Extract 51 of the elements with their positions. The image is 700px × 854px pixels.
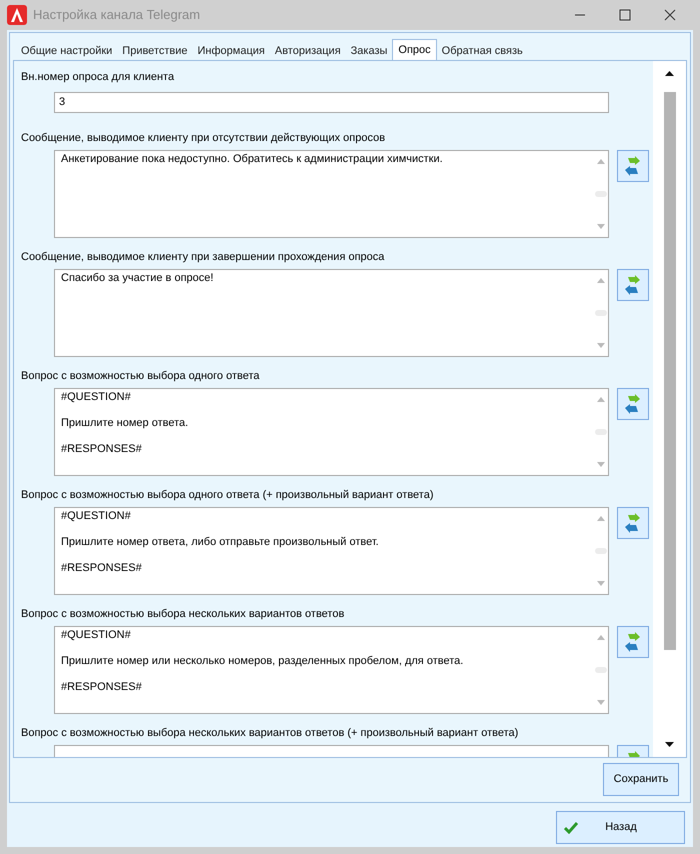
scroll-thumb[interactable] xyxy=(664,92,676,650)
scroll-thumb[interactable] xyxy=(595,429,607,435)
field-label: Сообщение, выводимое клиенту при отсутствии действующих опросов xyxy=(21,131,386,146)
text-area[interactable]: #QUESTION# Пришлите номер или несколько номеров, разделенных пробелом, для ответа. #RESPONSES# xyxy=(54,626,609,714)
field-label: Вопрос с возможностью выбора нескольких вариантов ответов xyxy=(21,607,346,622)
tab[interactable]: Опрос xyxy=(392,39,437,60)
refresh-button[interactable] xyxy=(617,269,649,301)
scroll-thumb[interactable] xyxy=(595,191,607,197)
text-area-text: #QUESTION# Пришлите номер или несколько номеров, разделенных пробелом, для ответа. #RESPONSES# xyxy=(61,629,464,694)
refresh-icon xyxy=(624,394,642,414)
scrollbar[interactable] xyxy=(653,61,686,757)
window-title: Настройка канала Telegram xyxy=(33,6,200,24)
scroll-up-icon[interactable] xyxy=(665,71,674,76)
back-button[interactable]: Назад xyxy=(556,811,685,844)
refresh-icon xyxy=(624,632,642,652)
input-field[interactable]: 3 xyxy=(54,92,609,112)
field-label: Вопрос с возможностью выбора одного ответа (+ произвольный вариант ответа) xyxy=(21,488,434,503)
tab[interactable]: Общие настройки xyxy=(16,42,118,60)
refresh-button[interactable] xyxy=(617,388,649,420)
text-area[interactable]: #QUESTION# Пришлите номер ответа, либо отправьте произвольный ответ. #RESPONSES# xyxy=(54,507,609,595)
text-area-text: Анкетирование пока недоступно. Обратитесь к администрации химчистки. xyxy=(61,153,444,166)
scroll-thumb[interactable] xyxy=(595,667,607,673)
tab[interactable]: Заказы xyxy=(346,42,392,60)
text-area[interactable]: #QUESTION# Пришлите номер ответа. #RESPONSES# xyxy=(54,388,609,476)
text-area[interactable]: Спасибо за участие в опросе! xyxy=(54,269,609,357)
field-label: Сообщение, выводимое клиенту при завершении прохождения опроса xyxy=(21,250,386,265)
check-icon xyxy=(564,822,578,834)
refresh-icon xyxy=(624,513,642,533)
tab[interactable]: Авторизация xyxy=(270,42,346,60)
tab[interactable]: Обратная связь xyxy=(436,42,528,60)
tab[interactable]: Информация xyxy=(192,42,270,60)
refresh-button[interactable] xyxy=(617,507,649,539)
scroll-thumb[interactable] xyxy=(595,310,607,316)
field-label: Вопрос с возможностью выбора нескольких вариантов ответов (+ произвольный вариант ответа) xyxy=(21,726,520,741)
tab[interactable]: Приветствие xyxy=(117,42,192,60)
field-label: Вн.номер опроса для клиента xyxy=(21,70,176,85)
app-logo-icon xyxy=(7,5,27,25)
refresh-icon xyxy=(624,156,642,176)
refresh-button[interactable] xyxy=(617,626,649,658)
text-area-text: #QUESTION# Пришлите номер ответа. #RESPONSES# xyxy=(61,391,190,456)
save-button[interactable]: Сохранить xyxy=(603,763,679,796)
scroll-down-icon[interactable] xyxy=(665,742,674,747)
maximize-icon[interactable] xyxy=(619,9,631,21)
text-area-text: #QUESTION# Пришлите номер ответа, либо отправьте произвольный ответ. #RESPONSES# xyxy=(61,510,380,575)
refresh-icon xyxy=(624,275,642,295)
scroll-thumb[interactable] xyxy=(595,548,607,554)
field-label: Вопрос с возможностью выбора одного ответа xyxy=(21,369,261,384)
text-area-text: Спасибо за участие в опросе! xyxy=(61,272,214,285)
text-area[interactable]: Анкетирование пока недоступно. Обратитесь к администрации химчистки. xyxy=(54,150,609,238)
refresh-button[interactable] xyxy=(617,150,649,182)
close-icon[interactable] xyxy=(664,9,676,21)
